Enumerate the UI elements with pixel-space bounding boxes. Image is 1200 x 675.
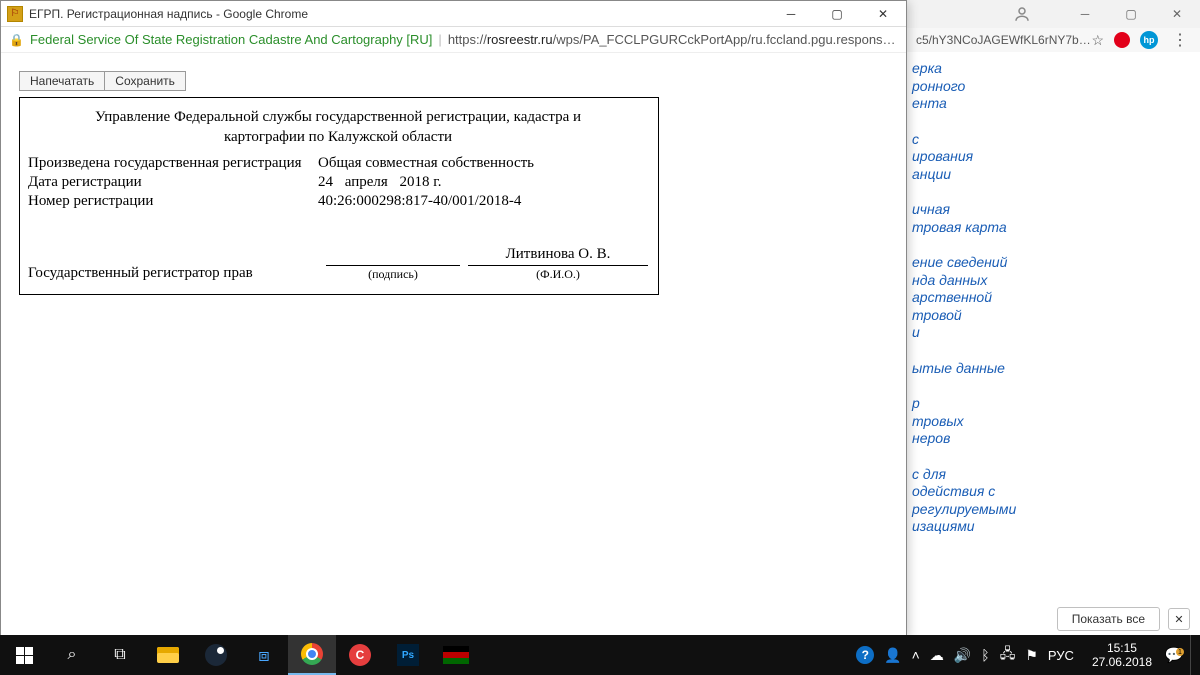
chrome-menu-icon[interactable]: ⋮ (1168, 30, 1192, 50)
doc-grid: Произведена государственная регистрация … (28, 155, 648, 210)
bg-link-item[interactable]: с дляодействия срегулируемымиизациями (912, 466, 1142, 536)
user-avatar-icon[interactable] (1002, 0, 1042, 28)
chrome-button[interactable] (288, 635, 336, 675)
popup-title: ЕГРП. Регистрационная надпись - Google C… (29, 7, 768, 21)
close-download-bar-button[interactable]: ✕ (1168, 608, 1190, 630)
bg-link-item[interactable]: ытые данные (912, 360, 1142, 378)
registrar-role: Государственный регистратор прав (28, 265, 318, 282)
popup-address-bar[interactable]: 🔒 Federal Service Of State Registration … (1, 27, 906, 53)
show-desktop-button[interactable] (1190, 635, 1196, 675)
file-explorer-button[interactable] (144, 635, 192, 675)
dropbox-button[interactable]: ⧈ (240, 635, 288, 675)
task-view-button[interactable]: ⧉ (96, 635, 144, 675)
bg-close-button[interactable]: ✕ (1154, 0, 1200, 28)
action-bar: Напечатать Сохранить (19, 71, 888, 91)
security-tray-icon[interactable]: ⚑ (1025, 647, 1038, 664)
opera-extension-icon[interactable] (1114, 32, 1130, 48)
document-frame: Управление Федеральной службы государств… (19, 97, 659, 295)
people-tray-icon[interactable]: 👤 (884, 647, 901, 664)
ssl-cert-label: Federal Service Of State Registration Ca… (30, 32, 432, 47)
volume-tray-icon[interactable]: 🔊 (954, 647, 971, 664)
signature-block: Государственный регистратор прав (подпис… (28, 246, 648, 282)
bg-maximize-button[interactable]: ▢ (1108, 0, 1154, 28)
bg-url-fragment: c5/hY3NCoJAGEWfKL6rNY7bQ… (916, 33, 1091, 47)
popup-maximize-button[interactable]: ▢ (814, 1, 860, 27)
popup-close-button[interactable]: ✕ (860, 1, 906, 27)
bg-sidebar-links: еркаронногоента сированияанции ичнаятровая… (912, 60, 1142, 554)
fio-caption: (Ф.И.О.) (468, 266, 648, 282)
action-center-icon[interactable]: 💬1 (1162, 646, 1186, 664)
registrar-name: Литвинова О. В. (468, 246, 648, 265)
popup-window: ⚐ ЕГРП. Регистрационная надпись - Google… (0, 0, 907, 636)
reg-done-label: Произведена государственная регистрация (28, 155, 318, 172)
bg-link-item[interactable]: ичнаятровая карта (912, 201, 1142, 236)
print-button[interactable]: Напечатать (19, 71, 105, 91)
reg-num-label: Номер регистрации (28, 193, 318, 210)
search-button[interactable]: ⌕ (48, 635, 96, 675)
flag-app-button[interactable] (432, 635, 480, 675)
onedrive-tray-icon[interactable]: ☁ (930, 647, 944, 664)
show-all-downloads-button[interactable]: Показать все (1057, 607, 1160, 631)
bg-minimize-button[interactable]: ─ (1062, 0, 1108, 28)
hp-extension-icon[interactable]: hp (1140, 31, 1158, 49)
popup-titlebar[interactable]: ⚐ ЕГРП. Регистрационная надпись - Google… (1, 1, 906, 27)
bluetooth-tray-icon[interactable]: ᛒ (981, 647, 989, 663)
bookmark-star-icon[interactable]: ☆ (1091, 32, 1104, 49)
taskbar-clock[interactable]: 15:15 27.06.2018 (1082, 641, 1162, 670)
tray-chevron-icon[interactable]: ˄ (912, 647, 920, 663)
doc-header: Управление Федеральной службы государств… (28, 108, 648, 155)
download-bar: Показать все ✕ (1057, 607, 1190, 631)
steam-button[interactable] (192, 635, 240, 675)
help-tray-icon[interactable]: ? (856, 646, 874, 664)
bg-link-item[interactable]: ение сведенийнда данныхарственнойтровойи (912, 254, 1142, 342)
start-button[interactable] (0, 635, 48, 675)
signature-caption: (подпись) (318, 266, 468, 282)
photoshop-button[interactable]: Ps (384, 635, 432, 675)
network-tray-icon[interactable]: 🖧 (1000, 643, 1016, 667)
system-tray: ? 👤 ˄ ☁ 🔊 ᛒ 🖧 ⚑ РУС (848, 643, 1082, 667)
popup-minimize-button[interactable]: ─ (768, 1, 814, 27)
signature-line (326, 248, 460, 266)
save-button[interactable]: Сохранить (104, 71, 186, 91)
ccleaner-button[interactable]: C (336, 635, 384, 675)
reg-num-value: 40:26:000298:817-40/001/2018-4 (318, 193, 648, 210)
bg-link-item[interactable]: ртровыхнеров (912, 395, 1142, 448)
reg-done-value: Общая совместная собственность (318, 155, 648, 172)
bg-link-item[interactable]: еркаронногоента (912, 60, 1142, 113)
reg-date-label: Дата регистрации (28, 174, 318, 191)
popup-url: https://rosreestr.ru/wps/PA_FCCLPGURCckP… (448, 32, 898, 47)
lock-icon: 🔒 (9, 33, 24, 47)
rosreestr-favicon-icon: ⚐ (7, 6, 23, 22)
windows-taskbar: ⌕ ⧉ ⧈ C Ps ? 👤 ˄ ☁ 🔊 ᛒ 🖧 ⚑ РУС 15:15 27.… (0, 635, 1200, 675)
popup-body: Напечатать Сохранить Управление Федераль… (1, 53, 906, 635)
bg-link-item[interactable]: сированияанции (912, 131, 1142, 184)
reg-date-value: 24 апреля 2018 г. (318, 174, 648, 191)
language-indicator[interactable]: РУС (1048, 648, 1074, 663)
